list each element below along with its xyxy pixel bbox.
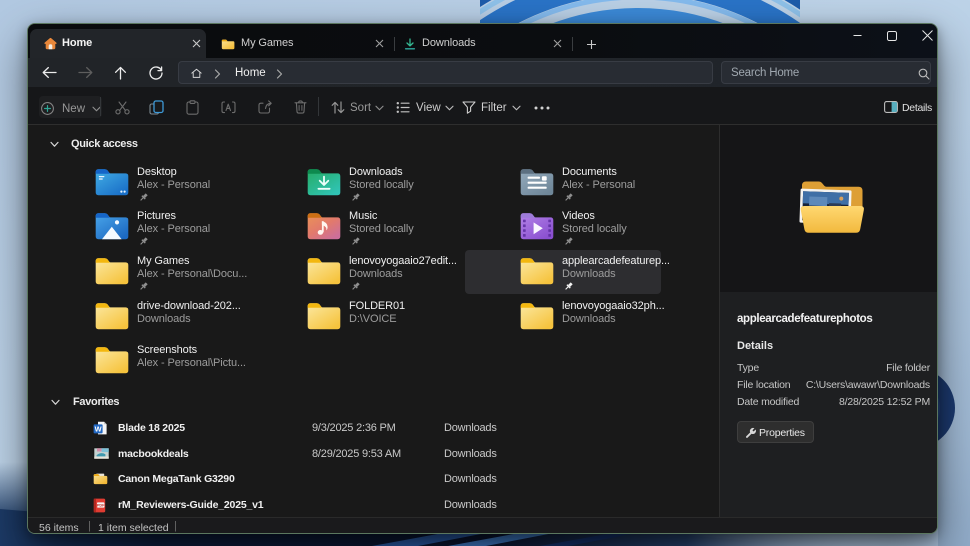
svg-text:PDF: PDF (97, 503, 105, 507)
svg-text:W: W (95, 424, 102, 433)
